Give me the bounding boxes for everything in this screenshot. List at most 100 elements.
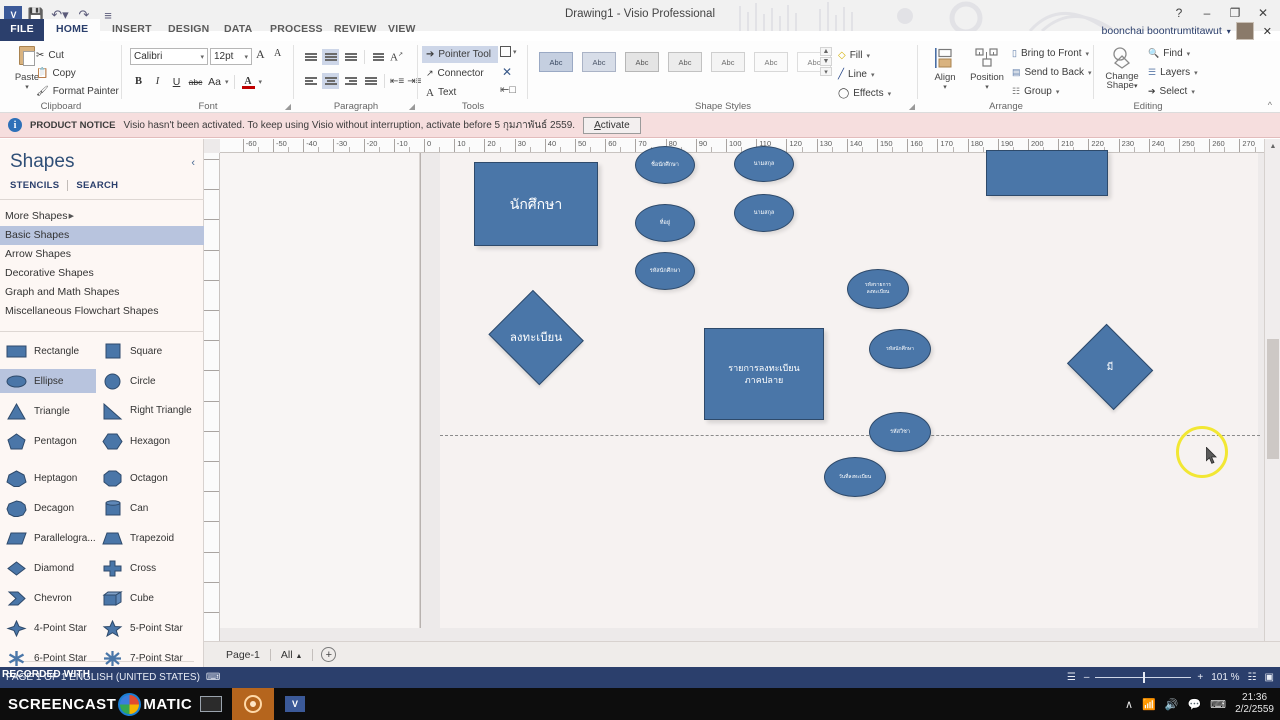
guide-line-horizontal[interactable] bbox=[440, 435, 1260, 436]
entity-partial-top[interactable] bbox=[986, 150, 1108, 196]
change-case-button[interactable]: Aa bbox=[206, 73, 223, 90]
shrink-font-button[interactable]: A bbox=[274, 48, 281, 59]
cut-button[interactable]: ✂ Cut bbox=[36, 47, 64, 64]
clock[interactable]: 21:36 2/2/2559 bbox=[1235, 692, 1274, 716]
gallery-up-icon[interactable]: ▲ bbox=[820, 47, 832, 56]
close-document-button[interactable]: ✕ bbox=[1263, 25, 1272, 38]
shape-item-parallelogram[interactable]: Parallelogra... bbox=[0, 526, 96, 550]
attr-top-2[interactable]: นามสกุล bbox=[734, 146, 794, 182]
align-center-button[interactable] bbox=[322, 73, 339, 89]
collapse-ribbon-button[interactable]: ^ bbox=[1268, 100, 1272, 110]
keyboard-icon[interactable]: ⌨ bbox=[1210, 698, 1226, 711]
shape-item-circle[interactable]: Circle bbox=[96, 369, 204, 393]
shape-item-triangle[interactable]: Triangle bbox=[0, 399, 96, 423]
chevron-down-icon[interactable]: ▾ bbox=[513, 48, 517, 56]
underline-button[interactable]: U bbox=[168, 73, 185, 90]
font-family-combo[interactable]: Calibri ▾ bbox=[130, 48, 208, 65]
paragraph-dialog-launcher[interactable]: ◢ bbox=[409, 102, 415, 111]
decrease-indent-icon[interactable]: ⇤≡ bbox=[390, 76, 404, 87]
align-justify-button[interactable] bbox=[362, 73, 379, 89]
shape-item-pentagon[interactable]: Pentagon bbox=[0, 429, 96, 453]
zoom-in-button[interactable]: + bbox=[1197, 672, 1203, 683]
avatar[interactable] bbox=[1235, 22, 1254, 40]
activate-button[interactable]: Activate bbox=[583, 116, 641, 134]
taskbar-item-terminal[interactable] bbox=[190, 688, 232, 720]
shape-style-swatch[interactable]: Abc bbox=[622, 49, 662, 75]
taskbar-item-visio[interactable]: V bbox=[274, 688, 316, 720]
align-bottom-button[interactable] bbox=[342, 49, 359, 65]
layers-button[interactable]: ☰ Layers ▾ bbox=[1148, 64, 1198, 81]
shape-style-swatch[interactable]: Abc bbox=[665, 49, 705, 75]
line-button[interactable]: ╱ Line ▾ bbox=[838, 66, 874, 83]
gallery-down-icon[interactable]: ▼ bbox=[820, 57, 832, 66]
chevron-down-icon[interactable]: ▾ bbox=[888, 90, 892, 98]
stencil-item-misc-flowchart-shapes[interactable]: Miscellaneous Flowchart Shapes bbox=[0, 302, 204, 321]
shape-item-5-point-star[interactable]: 5-Point Star bbox=[96, 616, 204, 640]
presentation-mode-icon[interactable]: ☰ bbox=[1067, 672, 1076, 683]
shape-style-swatch[interactable]: Abc bbox=[708, 49, 748, 75]
font-color-button[interactable]: A bbox=[240, 73, 257, 90]
align-dropdown-icon[interactable]: ▾ bbox=[943, 83, 947, 91]
shape-item-trapezoid[interactable]: Trapezoid bbox=[96, 526, 204, 550]
insert-page-button[interactable]: + bbox=[321, 647, 337, 662]
chevron-down-icon[interactable]: ▾ bbox=[1194, 69, 1198, 77]
entity-student[interactable]: นักศึกษา bbox=[474, 162, 598, 246]
vertical-scroll-thumb[interactable] bbox=[1267, 339, 1279, 459]
change-case-dropdown-icon[interactable]: ▾ bbox=[225, 78, 229, 86]
taskbar-item-recorder[interactable] bbox=[232, 688, 274, 720]
shape-style-swatch[interactable]: Abc bbox=[536, 49, 576, 75]
fill-button[interactable]: ◇ Fill ▾ bbox=[838, 47, 870, 64]
shape-tool-button[interactable]: ▾ bbox=[500, 46, 517, 57]
chevron-down-icon[interactable]: ▾ bbox=[871, 71, 875, 79]
attr-reg-date[interactable]: วันที่ลงทะเบียน bbox=[824, 457, 886, 497]
shape-style-swatch[interactable]: Abc bbox=[751, 49, 791, 75]
shape-item-square[interactable]: Square bbox=[96, 339, 204, 363]
user-dropdown-icon[interactable]: ▾ bbox=[1227, 27, 1231, 36]
tab-stencils[interactable]: STENCILS bbox=[10, 180, 59, 191]
position-button[interactable]: Position ▾ bbox=[966, 47, 1008, 91]
stencil-item-more-shapes[interactable]: More Shapes ▶ bbox=[0, 207, 204, 226]
attr-subject-code[interactable]: รหัสวิชา bbox=[869, 412, 931, 452]
bold-button[interactable]: B bbox=[130, 73, 147, 90]
shape-item-4-point-star[interactable]: 4-Point Star bbox=[0, 616, 96, 640]
group-button[interactable]: ☷ Group ▾ bbox=[1012, 83, 1059, 100]
font-dialog-launcher[interactable]: ◢ bbox=[285, 102, 291, 111]
shape-styles-dialog-launcher[interactable]: ◢ bbox=[909, 102, 915, 111]
bring-to-front-button[interactable]: ▯ Bring to Front ▾ bbox=[1012, 45, 1089, 62]
shape-item-chevron[interactable]: Chevron bbox=[0, 586, 96, 610]
attr-surname[interactable]: นามสกุล bbox=[734, 194, 794, 232]
find-button[interactable]: 🔍 Find ▾ bbox=[1148, 45, 1190, 62]
chevron-down-icon[interactable]: ▾ bbox=[1056, 88, 1060, 96]
align-right-button[interactable] bbox=[342, 73, 359, 89]
all-pages-button[interactable]: All ▲ bbox=[271, 649, 313, 661]
shape-style-swatch[interactable]: Abc bbox=[579, 49, 619, 75]
chevron-down-icon[interactable]: ▾ bbox=[244, 53, 248, 61]
zoom-out-button[interactable]: – bbox=[1084, 672, 1090, 683]
tab-view[interactable]: VIEW bbox=[376, 19, 428, 41]
chevron-down-icon[interactable]: ▾ bbox=[1088, 69, 1092, 77]
align-top-button[interactable] bbox=[302, 49, 319, 65]
shape-item-hexagon[interactable]: Hexagon bbox=[96, 429, 204, 453]
zoom-level-label[interactable]: 101 % bbox=[1211, 672, 1239, 683]
page-tab-page1[interactable]: Page-1 bbox=[216, 649, 270, 661]
chevron-down-icon[interactable]: ▾ bbox=[1086, 50, 1090, 58]
tab-insert[interactable]: INSERT bbox=[100, 19, 164, 41]
align-middle-button[interactable] bbox=[322, 49, 339, 65]
attr-student-id[interactable]: รหัสนักศึกษา bbox=[635, 252, 695, 290]
gallery-more-icon[interactable]: ▾ bbox=[820, 67, 832, 76]
collapse-panel-icon[interactable]: ‹ bbox=[191, 157, 195, 169]
tab-home[interactable]: HOME bbox=[44, 19, 101, 41]
volume-icon[interactable]: 🔊 bbox=[1165, 698, 1179, 711]
entity-registration-list[interactable]: รายการลงทะเบียน ภาคปลาย bbox=[704, 328, 824, 420]
position-dropdown-icon[interactable]: ▾ bbox=[985, 83, 989, 91]
attr-address[interactable]: ที่อยู่ bbox=[635, 204, 695, 242]
shape-item-decagon[interactable]: Decagon bbox=[0, 496, 96, 520]
connector-tool-button[interactable]: ↗ Connector bbox=[422, 65, 498, 82]
chevron-down-icon[interactable]: ▾ bbox=[200, 53, 204, 61]
vertical-ruler[interactable] bbox=[204, 153, 220, 667]
shape-item-ellipse[interactable]: Ellipse bbox=[0, 369, 96, 393]
select-button[interactable]: ➔ Select ▾ bbox=[1148, 83, 1195, 100]
action-center-icon[interactable]: 💬 bbox=[1187, 698, 1201, 711]
change-shape-button[interactable]: Change Shape▾ bbox=[1100, 47, 1144, 91]
fit-page-icon[interactable]: ☷ bbox=[1248, 672, 1257, 683]
